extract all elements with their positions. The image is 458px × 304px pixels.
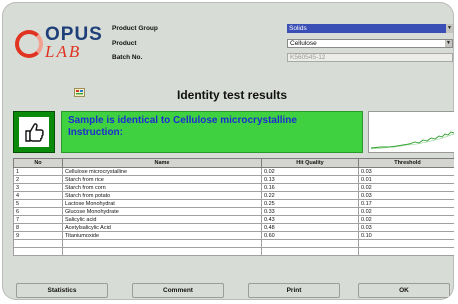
- cell-threshold: 0.03: [358, 167, 454, 176]
- cell-threshold: 0.17: [358, 199, 454, 208]
- result-band: Sample is identical to Cellulose microcr…: [13, 111, 454, 155]
- cell-name: Starch from rice: [62, 175, 262, 184]
- cell-no: 4: [13, 191, 63, 200]
- cell-hit-quality: 0.33: [261, 207, 359, 216]
- spectrum-preview: [368, 111, 454, 153]
- cell-name: Lactose Monohydrat: [62, 199, 262, 208]
- cell-name: Acetylsalicylic Acid: [62, 223, 262, 232]
- result-line-1: Sample is identical to Cellulose microcr…: [68, 115, 297, 126]
- cell-no: 6: [13, 207, 63, 216]
- table-row-empty: [13, 247, 454, 256]
- chevron-down-icon[interactable]: ▼: [445, 40, 452, 47]
- cell-no: 1: [13, 167, 63, 176]
- cell-no: 2: [13, 175, 63, 184]
- cell-hit-quality: 0.43: [261, 215, 359, 224]
- cell-no: 8: [13, 223, 63, 232]
- result-line-2: Instruction:: [68, 127, 123, 138]
- ok-button[interactable]: OK: [358, 283, 450, 298]
- product-group-label: Product Group: [112, 25, 158, 32]
- cell-name: Cellulose microcrystalline: [62, 167, 262, 176]
- cell-no: 7: [13, 215, 63, 224]
- logo-ring-icon: [15, 30, 43, 58]
- cell-threshold: 0.01: [358, 175, 454, 184]
- batch-label: Batch No.: [112, 54, 143, 61]
- cell-hit-quality: 0.02: [261, 167, 359, 176]
- table-row[interactable]: 7 Salicylic acid 0.43 0.02: [13, 215, 454, 224]
- batch-field: K560545-12: [287, 53, 453, 62]
- table-row[interactable]: 9 Titaniumoxide 0.60 0.10: [13, 231, 454, 240]
- logo-word-lab: LAB: [45, 42, 82, 61]
- table-row[interactable]: 8 Acetylsalicylic Acid 0.48 0.03: [13, 223, 454, 232]
- cell-name: Salicylic acid: [62, 215, 262, 224]
- column-header-hit-quality[interactable]: Hit Quality: [261, 158, 359, 168]
- cell-no: 3: [13, 183, 63, 192]
- cell-name: Starch from potato: [62, 191, 262, 200]
- cell-no: 5: [13, 199, 63, 208]
- cell-threshold: 0.10: [358, 231, 454, 240]
- table-row-empty: [13, 239, 454, 248]
- result-message: Sample is identical to Cellulose microcr…: [61, 111, 363, 153]
- print-button[interactable]: Print: [248, 283, 340, 298]
- column-header-name[interactable]: Name: [62, 158, 262, 168]
- result-status-box: [13, 111, 55, 153]
- cell-hit-quality: 0.22: [261, 191, 359, 200]
- cell-threshold: 0.02: [358, 215, 454, 224]
- app-window: OPUS LAB Product Group Product Batch No.…: [2, 2, 454, 300]
- product-group-value: Solids: [289, 25, 307, 32]
- column-header-threshold[interactable]: Threshold: [358, 158, 454, 168]
- cell-hit-quality: 0.48: [261, 223, 359, 232]
- cell-name: Glucose Monohydrate: [62, 207, 262, 216]
- cell-name: Titaniumoxide: [62, 231, 262, 240]
- cell-threshold: 0.03: [358, 191, 454, 200]
- product-select[interactable]: Cellulose ▼: [287, 39, 453, 48]
- cell-hit-quality: 0.60: [261, 231, 359, 240]
- results-table: No Name Hit Quality Threshold 1 Cellulos…: [13, 158, 454, 256]
- table-row[interactable]: 3 Starch from corn 0.16 0.02: [13, 183, 454, 192]
- cell-hit-quality: 0.13: [261, 175, 359, 184]
- column-header-no[interactable]: No: [13, 158, 63, 168]
- table-row[interactable]: 6 Glucose Monohydrate 0.33 0.02: [13, 207, 454, 216]
- table-row[interactable]: 5 Lactose Monohydrat 0.25 0.17: [13, 199, 454, 208]
- cell-name: Starch from corn: [62, 183, 262, 192]
- product-value: Cellulose: [290, 40, 317, 47]
- table-row[interactable]: 4 Starch from potato 0.22 0.03: [13, 191, 454, 200]
- spectrum-line: [370, 131, 454, 150]
- cell-hit-quality: 0.16: [261, 183, 359, 192]
- batch-value: K560545-12: [290, 54, 326, 61]
- thumbs-up-icon: [19, 117, 49, 147]
- statistics-button[interactable]: Statistics: [16, 283, 108, 298]
- cell-threshold: 0.03: [358, 223, 454, 232]
- table-row[interactable]: 1 Cellulose microcrystalline 0.02 0.03: [13, 167, 454, 176]
- product-group-select[interactable]: Solids ▼: [287, 24, 453, 33]
- product-label: Product: [112, 40, 137, 47]
- cell-hit-quality: 0.25: [261, 199, 359, 208]
- cell-no: 9: [13, 231, 63, 240]
- comment-button[interactable]: Comment: [132, 283, 224, 298]
- page-title: Identity test results: [177, 88, 288, 102]
- chevron-down-icon[interactable]: ▼: [446, 24, 453, 33]
- table-header-row: No Name Hit Quality Threshold: [13, 158, 454, 168]
- cell-threshold: 0.02: [358, 183, 454, 192]
- table-row[interactable]: 2 Starch from rice 0.13 0.01: [13, 175, 454, 184]
- opus-lab-logo: OPUS LAB: [13, 24, 107, 64]
- cell-threshold: 0.02: [358, 207, 454, 216]
- report-icon: [74, 88, 85, 97]
- button-bar: Statistics Comment Print OK: [2, 283, 454, 300]
